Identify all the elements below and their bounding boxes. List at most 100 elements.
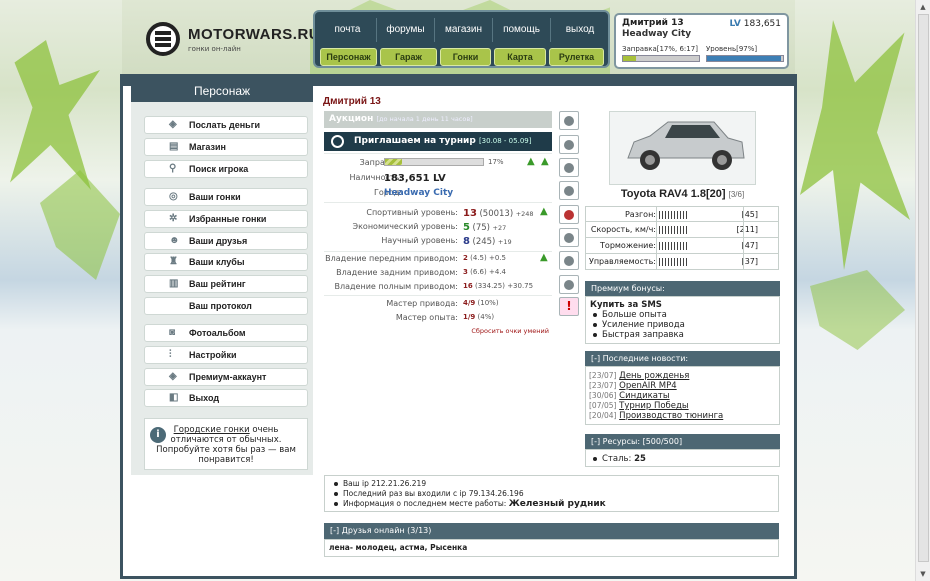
friends-header[interactable]: [-] Друзья онлайн (3/13) <box>324 523 779 539</box>
news-item[interactable]: [30/06] Синдикаты <box>586 391 779 401</box>
tuning-suspension-icon[interactable] <box>559 251 579 270</box>
resources-box: Сталь: 25 <box>585 449 780 467</box>
menu-send-money[interactable]: ◈ Послать деньги <box>144 116 308 134</box>
wheel-icon: ◎ <box>169 191 178 202</box>
alert-icon[interactable]: ! <box>559 297 579 316</box>
upgrade-arrow-icon[interactable]: ▲ <box>540 253 550 263</box>
reset-skills-link[interactable]: Сбросить очки умений <box>471 327 549 335</box>
nav-link-shop[interactable]: магазин <box>435 18 493 42</box>
menu-settings[interactable]: ⫶ Настройки <box>144 346 308 364</box>
tuning-wheel-icon[interactable] <box>559 228 579 247</box>
menu-exit[interactable]: ◧ Выход <box>144 389 308 407</box>
level-bar <box>706 55 784 62</box>
list-item: Быстрая заправка <box>590 330 775 340</box>
nav-link-help[interactable]: помощь <box>493 18 551 42</box>
cart-icon: ▤ <box>169 141 179 152</box>
cash-value: 183,651 LV <box>384 173 446 184</box>
top-nav: почта форумы магазин помощь выход Персон… <box>313 10 610 68</box>
menu-player-search[interactable]: ⚲ Поиск игрока <box>144 160 308 178</box>
upgrade-arrow-icon[interactable]: ▲ <box>527 157 537 167</box>
list-item: Сталь: 25 <box>590 454 775 464</box>
tuning-body-icon[interactable] <box>559 275 579 294</box>
vertical-scrollbar[interactable]: ▲ ▼ <box>915 0 930 581</box>
nav-button-races[interactable]: Гонки <box>440 48 491 66</box>
buy-sms-link[interactable]: Купить за SMS <box>590 300 775 310</box>
nav-link-mail[interactable]: почта <box>319 18 377 42</box>
menu-premium[interactable]: ◈ Премиум-аккаунт <box>144 368 308 386</box>
scroll-down-icon[interactable]: ▼ <box>916 567 930 581</box>
user-panel: Дмитрий 13 LV 183,651 Headway City Запра… <box>614 13 789 69</box>
sliders-icon: ⫶ <box>169 349 172 360</box>
money-icon: ◈ <box>169 119 177 130</box>
fuel-value: 17% <box>488 158 504 166</box>
ip-info: Ваш ip 212.21.26.219 <box>331 479 778 489</box>
fuel-progress <box>384 158 484 166</box>
level-label: Уровень[97%] <box>706 45 758 53</box>
last-work: Информация о последнем месте работы: Жел… <box>331 499 778 509</box>
news-header[interactable]: [-] Последние новости: <box>585 351 780 366</box>
site-logo[interactable]: MOTORWARS.RU гонки он-лайн <box>146 22 320 58</box>
list-item: Больше опыта <box>590 310 775 320</box>
car-image[interactable] <box>609 111 756 185</box>
resources-header[interactable]: [-] Ресурсы: [500/500] <box>585 434 780 449</box>
city-value: Headway City <box>384 188 454 198</box>
news-item[interactable]: [07/05] Турнир Победы <box>586 401 779 411</box>
upgrade-arrow-icon[interactable]: ▲ <box>540 207 550 217</box>
nav-link-forums[interactable]: форумы <box>377 18 435 42</box>
scroll-up-icon[interactable]: ▲ <box>916 0 930 14</box>
news-item[interactable]: [23/07] День рожденья <box>586 371 779 381</box>
list-item: Усиление привода <box>590 320 775 330</box>
rating-icon: ▥ <box>169 278 179 289</box>
scroll-thumb[interactable] <box>918 14 929 562</box>
premium-icon: ◈ <box>169 371 177 382</box>
stat-acceleration: Разгон: [45] <box>585 206 779 222</box>
menu-favorite-races[interactable]: ✲ Избранные гонки <box>144 210 308 228</box>
menu-protocol[interactable]: Ваш протокол <box>144 297 308 315</box>
logo-text: MOTORWARS.RU <box>188 26 321 43</box>
tuning-exhaust-icon[interactable] <box>559 111 579 130</box>
session-info: Ваш ip 212.21.26.219 Последний раз вы вх… <box>324 475 779 512</box>
car-icon <box>610 112 755 184</box>
tuning-turbo-icon[interactable] <box>559 181 579 200</box>
friends-list[interactable]: лена- молодец, астма, Рысенка <box>324 539 779 557</box>
profile-name: Дмитрий 13 <box>323 96 381 107</box>
news-item[interactable]: [20/04] Производство тюнинга <box>586 411 779 421</box>
logo-icon <box>146 22 180 56</box>
search-icon: ⚲ <box>169 163 177 174</box>
auction-bar[interactable]: Аукцион [до начала 1 день 11 часов] <box>324 111 552 128</box>
menu-friends[interactable]: ☻ Ваши друзья <box>144 232 308 250</box>
stat-braking: Торможение: [47] <box>585 238 779 254</box>
info-icon: i <box>150 427 166 443</box>
user-city: Headway City <box>622 29 692 39</box>
tuning-piston-icon[interactable] <box>559 135 579 154</box>
fuel-bar <box>622 55 700 62</box>
nav-link-exit[interactable]: выход <box>551 18 609 42</box>
basic-info: Заправка: 17% Наличность: 183,651 LV Гор… <box>324 153 552 201</box>
news-box: [23/07] День рожденья [23/07] OpenAIR MP… <box>585 366 780 425</box>
clock-icon <box>331 135 344 148</box>
stat-handling: Управляемость: [37] <box>585 254 779 270</box>
upgrade-arrow-icon[interactable]: ▲ <box>541 157 551 167</box>
menu-photo-album[interactable]: ◙ Фотоальбом <box>144 324 308 342</box>
tuning-engine-icon[interactable] <box>559 158 579 177</box>
premium-header: Премиум бонусы: <box>585 281 780 296</box>
menu-rating[interactable]: ▥ Ваш рейтинг <box>144 275 308 293</box>
nav-button-roulette[interactable]: Рулетка <box>549 48 604 66</box>
car-name[interactable]: Toyota RAV4 1.8[20] [3/6] <box>585 188 780 200</box>
clubs-icon: ♜ <box>169 256 178 267</box>
menu-shop[interactable]: ▤ Магазин <box>144 138 308 156</box>
nav-button-character[interactable]: Персонаж <box>320 48 377 66</box>
nav-button-map[interactable]: Карта <box>494 48 546 66</box>
levels-block: Спортивный уровень: 13 (50013) +248 Эконо… <box>324 202 552 250</box>
city-races-link[interactable]: Городские гонки <box>174 425 250 435</box>
tuning-brake-icon[interactable] <box>559 205 579 224</box>
menu-your-races[interactable]: ◎ Ваши гонки <box>144 188 308 206</box>
tournament-banner[interactable]: Приглашаем на турнир [30.08 - 05.09] <box>324 132 552 151</box>
friends-icon: ☻ <box>169 235 180 246</box>
last-login: Последний раз вы входили с ip 79.134.26.… <box>331 489 778 499</box>
stat-speed: Скорость, км/ч: [211] <box>585 222 779 238</box>
premium-box: Купить за SMS Больше опыта Усиление прив… <box>585 296 780 344</box>
nav-button-garage[interactable]: Гараж <box>380 48 437 66</box>
news-item[interactable]: [23/07] OpenAIR MP4 <box>586 381 779 391</box>
menu-clubs[interactable]: ♜ Ваши клубы <box>144 253 308 271</box>
